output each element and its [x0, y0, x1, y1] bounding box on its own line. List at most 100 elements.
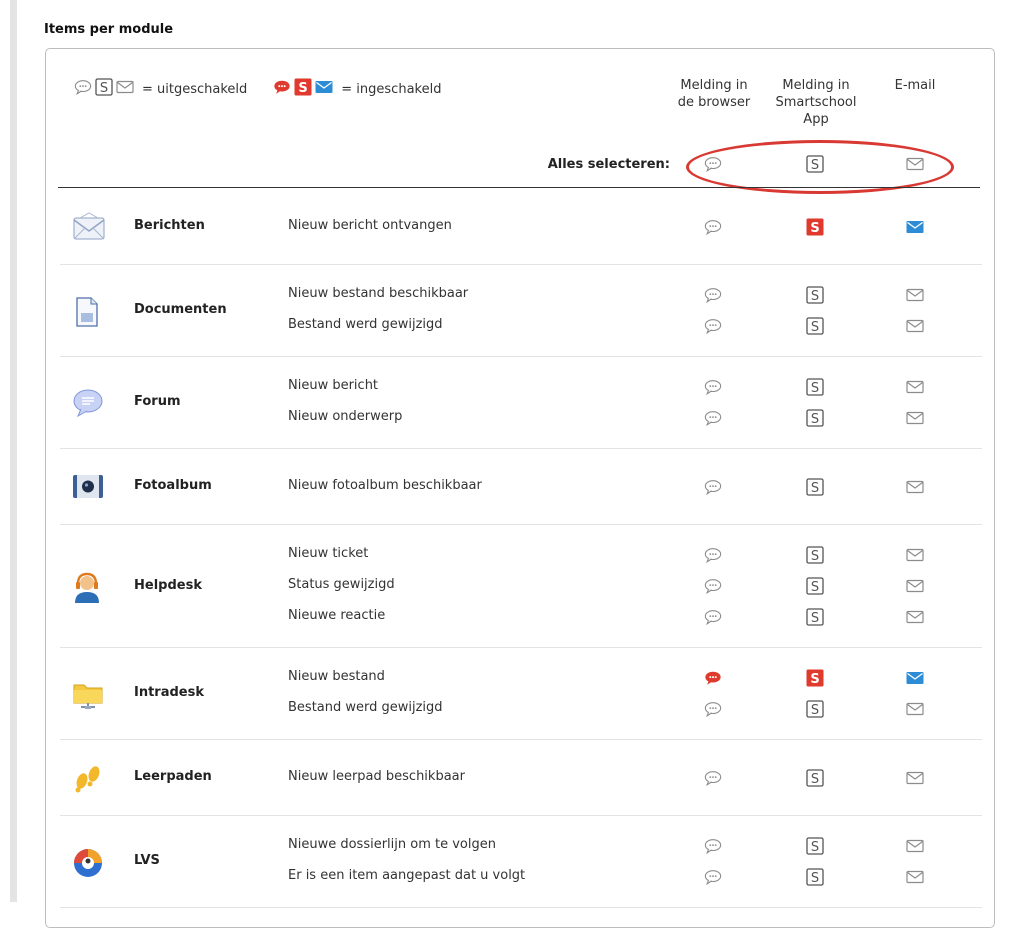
email-notification-toggle[interactable]	[903, 605, 927, 629]
app-notification-toggle[interactable]: S	[803, 215, 827, 239]
event-row: Bestand werd gewijzigd S	[46, 697, 996, 721]
browser-notification-toggle[interactable]	[701, 865, 725, 889]
app-notification-toggle[interactable]: S	[803, 406, 827, 430]
notification-settings-panel: S = uitgeschakeld S = ingeschakeld Meldi…	[45, 48, 995, 928]
browser-notification-toggle[interactable]	[701, 697, 725, 721]
smartschool-off-icon: S	[95, 78, 113, 100]
svg-text:S: S	[299, 81, 308, 96]
svg-text:S: S	[811, 772, 819, 787]
browser-notification-toggle[interactable]	[701, 605, 725, 629]
browser-notification-toggle[interactable]	[701, 406, 725, 430]
event-row: Status gewijzigd S	[46, 574, 996, 598]
event-label: Bestand werd gewijzigd	[288, 317, 443, 332]
event-row: Bestand werd gewijzigd S	[46, 314, 996, 338]
event-label: Nieuw bestand	[288, 669, 385, 684]
event-row: Nieuw onderwerp S	[46, 406, 996, 430]
column-header-browser: Melding in de browser	[677, 78, 751, 110]
select-all-browser-toggle[interactable]	[701, 152, 725, 176]
svg-text:S: S	[811, 158, 819, 173]
select-all-email-toggle[interactable]	[903, 152, 927, 176]
email-notification-toggle[interactable]	[903, 215, 927, 239]
event-label: Er is een item aangepast dat u volgt	[288, 868, 526, 883]
svg-text:S: S	[811, 871, 819, 886]
module-forum: Forum Nieuw bericht S Nieuw onderwerp S	[46, 357, 996, 449]
event-row: Nieuw ticket S	[46, 543, 996, 567]
chat-bubble-on-icon	[273, 78, 291, 100]
email-notification-toggle[interactable]	[903, 834, 927, 858]
smartschool-on-icon: S	[294, 78, 312, 100]
mail-off-icon	[116, 78, 134, 100]
event-row: Nieuw bestand beschikbaar S	[46, 283, 996, 307]
event-label: Nieuw fotoalbum beschikbaar	[288, 477, 482, 493]
module-leerpaden: Leerpaden Nieuw leerpad beschikbaar S	[46, 740, 996, 816]
email-notification-toggle[interactable]	[903, 865, 927, 889]
app-notification-toggle[interactable]: S	[803, 475, 827, 499]
browser-notification-toggle[interactable]	[701, 543, 725, 567]
app-notification-toggle[interactable]: S	[803, 375, 827, 399]
browser-notification-toggle[interactable]	[701, 215, 725, 239]
app-notification-toggle[interactable]: S	[803, 314, 827, 338]
event-label: Nieuw bericht	[288, 378, 379, 393]
event-label: Nieuw bericht ontvangen	[288, 217, 452, 233]
app-notification-toggle[interactable]: S	[803, 543, 827, 567]
event-label: Nieuwe reactie	[288, 608, 386, 623]
module-divider	[60, 907, 982, 908]
event-row: Nieuw fotoalbum beschikbaar S	[46, 475, 996, 499]
svg-text:S: S	[811, 289, 819, 304]
browser-notification-toggle[interactable]	[701, 766, 725, 790]
app-notification-toggle[interactable]: S	[803, 834, 827, 858]
email-notification-toggle[interactable]	[903, 375, 927, 399]
svg-text:S: S	[811, 549, 819, 564]
chat-bubble-off-icon	[74, 78, 92, 100]
svg-text:S: S	[811, 580, 819, 595]
event-label: Bestand werd gewijzigd	[288, 700, 443, 715]
email-notification-toggle[interactable]	[903, 543, 927, 567]
browser-notification-toggle[interactable]	[701, 574, 725, 598]
app-notification-toggle[interactable]: S	[803, 697, 827, 721]
svg-text:S: S	[811, 412, 819, 427]
email-notification-toggle[interactable]	[903, 574, 927, 598]
app-notification-toggle[interactable]: S	[803, 666, 827, 690]
email-notification-toggle[interactable]	[903, 406, 927, 430]
email-notification-toggle[interactable]	[903, 475, 927, 499]
email-notification-toggle[interactable]	[903, 314, 927, 338]
app-notification-toggle[interactable]: S	[803, 865, 827, 889]
app-notification-toggle[interactable]: S	[803, 574, 827, 598]
email-notification-toggle[interactable]	[903, 666, 927, 690]
module-helpdesk: Helpdesk Nieuw ticket S Status gewijzigd S Ni…	[46, 525, 996, 648]
browser-notification-toggle[interactable]	[701, 475, 725, 499]
event-row: Nieuw leerpad beschikbaar S	[46, 766, 996, 790]
legend-enabled-label: = ingeschakeld	[341, 81, 442, 97]
email-notification-toggle[interactable]	[903, 697, 927, 721]
app-notification-toggle[interactable]: S	[803, 283, 827, 307]
svg-text:S: S	[100, 81, 108, 96]
module-berichten: Berichten Nieuw bericht ontvangen S	[46, 189, 996, 265]
module-documenten: Documenten Nieuw bestand beschikbaar S Best…	[46, 265, 996, 357]
event-row: Er is een item aangepast dat u volgt S	[46, 865, 996, 889]
mail-on-icon	[315, 78, 333, 100]
email-notification-toggle[interactable]	[903, 283, 927, 307]
module-fotoalbum: Fotoalbum Nieuw fotoalbum beschikbaar S	[46, 449, 996, 525]
module-lvs: LVS Nieuwe dossierlijn om te volgen S Er is…	[46, 816, 996, 908]
svg-text:S: S	[811, 320, 819, 335]
browser-notification-toggle[interactable]	[701, 375, 725, 399]
select-all-row: S	[46, 152, 996, 178]
select-all-app-toggle[interactable]: S	[803, 152, 827, 176]
event-row: Nieuw bestand S	[46, 666, 996, 690]
section-title: Items per module	[44, 22, 174, 37]
browser-notification-toggle[interactable]	[701, 666, 725, 690]
app-notification-toggle[interactable]: S	[803, 766, 827, 790]
column-header-email: E-mail	[894, 78, 936, 93]
browser-notification-toggle[interactable]	[701, 834, 725, 858]
column-header-app: Melding in Smartschool App	[775, 78, 857, 127]
browser-notification-toggle[interactable]	[701, 314, 725, 338]
svg-text:S: S	[811, 381, 819, 396]
app-notification-toggle[interactable]: S	[803, 605, 827, 629]
svg-text:S: S	[810, 221, 819, 236]
svg-text:S: S	[811, 611, 819, 626]
svg-text:S: S	[811, 481, 819, 496]
email-notification-toggle[interactable]	[903, 766, 927, 790]
event-label: Nieuw onderwerp	[288, 409, 403, 424]
browser-notification-toggle[interactable]	[701, 283, 725, 307]
svg-text:S: S	[811, 840, 819, 855]
